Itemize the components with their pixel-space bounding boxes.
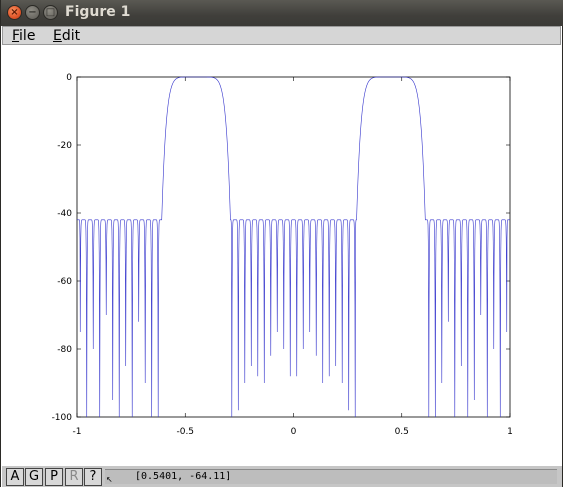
axes-frame [76,76,511,418]
y-tick-label: -100 [52,413,73,423]
close-icon: × [10,6,19,18]
x-tick-label: -0.5 [176,427,194,437]
y-tick-label: -80 [57,345,72,355]
menu-bar: File Edit [2,26,561,45]
x-tick-label: 0 [291,427,297,437]
figure-window: × − □ Figure 1 File Edit -1 -0.5 0 0.5 1 0 -20… [0,0,563,487]
help-button[interactable]: ? [84,468,102,486]
rotate-button[interactable]: R [65,468,83,486]
y-tick-label: -20 [57,141,72,151]
minimize-button[interactable]: − [25,5,40,20]
series-line [77,76,510,418]
x-tick-label: 0.5 [395,427,409,437]
autoscale-label: A [10,469,20,484]
rotate-label: R [69,469,79,484]
plot-area[interactable]: -1 -0.5 0 0.5 1 0 -20 -40 -60 -80 -100 [2,45,562,466]
grid-button[interactable]: G [25,468,43,486]
chart[interactable]: -1 -0.5 0 0.5 1 0 -20 -40 -60 -80 -100 [2,45,562,466]
menu-edit-label: dit [61,28,81,44]
menu-file[interactable]: File [12,28,35,44]
menu-edit-mnemonic: E [53,28,62,44]
cursor-icon: ↖ [106,475,113,484]
y-tick-label: -40 [57,209,72,219]
y-tick-label: 0 [66,73,72,83]
menu-edit[interactable]: Edit [53,28,80,44]
print-label: P [50,469,58,484]
grid-label: G [28,469,40,484]
menu-file-label: ile [19,28,36,44]
coordinates-readout: [0.5401, -64.11] [105,469,557,484]
close-button[interactable]: × [7,5,22,20]
window-title: Figure 1 [65,4,131,20]
print-button[interactable]: P [45,468,63,486]
x-tick-label: -1 [73,427,82,437]
y-tick-label: -60 [57,277,72,287]
title-bar[interactable]: × − □ Figure 1 [1,0,563,26]
maximize-icon: □ [45,6,56,18]
menu-file-mnemonic: F [12,28,20,44]
autoscale-button[interactable]: A [6,468,24,486]
maximize-button[interactable]: □ [43,5,58,20]
help-label: ? [89,469,97,484]
minimize-icon: − [28,6,37,18]
x-tick-label: 1 [507,427,513,437]
status-bar: A G P R ? [0.5401, -64.11] ↖ [2,466,562,487]
